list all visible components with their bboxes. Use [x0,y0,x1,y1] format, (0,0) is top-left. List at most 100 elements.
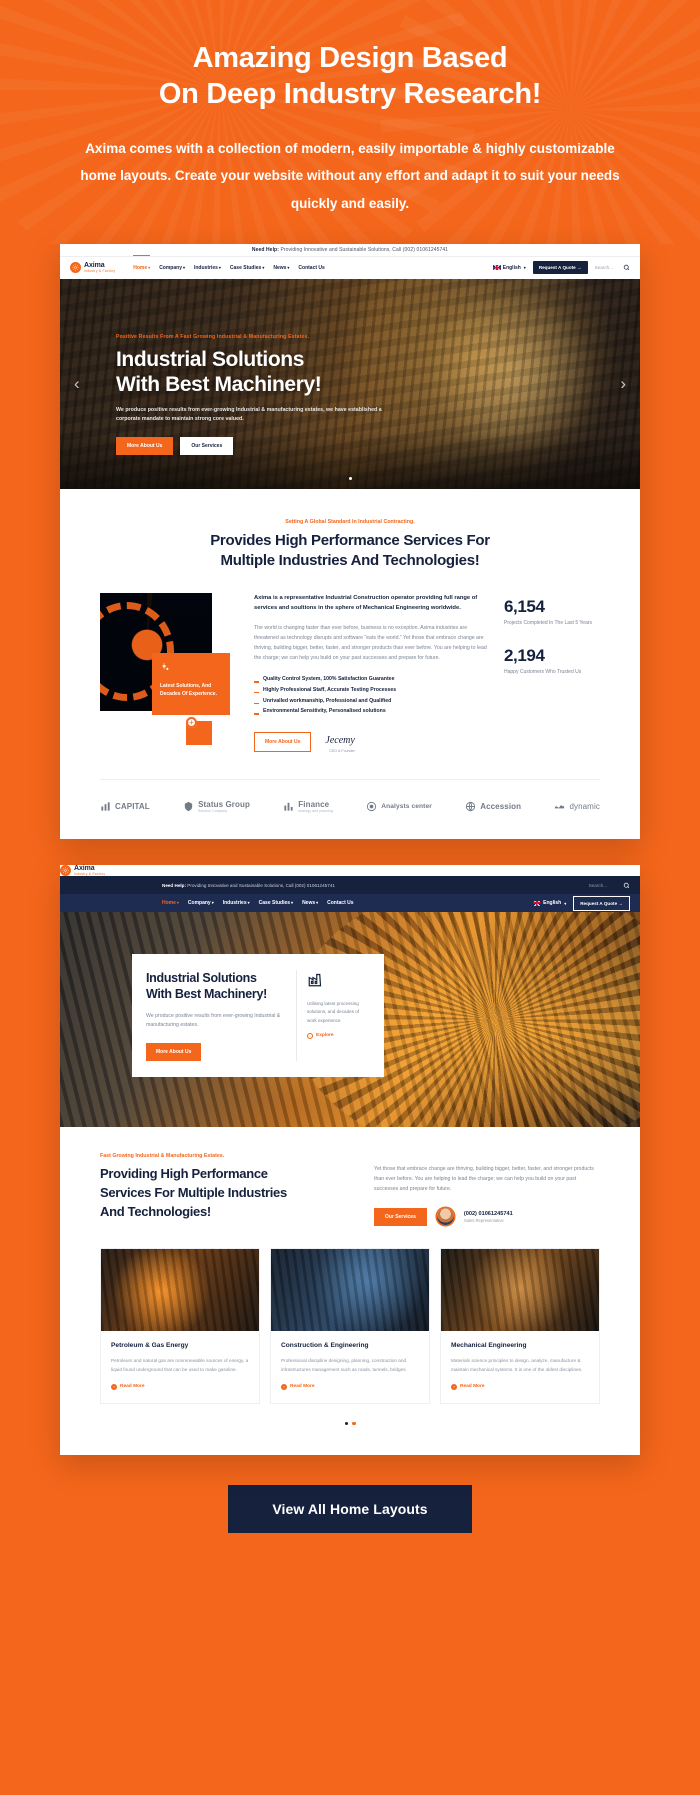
site1-language-selector[interactable]: English ▾ [492,265,526,271]
site1-about-visual: Latest Solutions, And Decades Of Experie… [100,593,238,753]
chevron-down-icon: ▾ [564,900,567,906]
site1-slider-dots[interactable] [60,476,640,480]
site1-nav-right[interactable]: English ▾ Request A Quote → Search... [492,261,630,275]
play-plus-button[interactable]: + [186,717,197,729]
site2-hero-main: Industrial Solutions With Best Machinery… [146,970,286,1061]
site2-hero-title-line2: With Best Machinery! [146,987,267,1002]
slider-dot[interactable] [348,476,352,480]
page-subtitle: Axima comes with a collection of modern,… [80,140,620,211]
home-layout-preview-2[interactable]: Axima Industry & Factory Need Help: Prov… [60,865,640,1456]
site2-request-quote-button[interactable]: Request A Quote → [573,895,630,911]
arrow-right-icon: › [111,1383,117,1390]
site1-menu-contact[interactable]: Contact Us [298,261,324,275]
site2-navbar[interactable]: Home▾ Company▾ Industries▾ Case Studies▾… [60,894,640,913]
site2-menu-news[interactable]: News▾ [302,896,318,910]
site1-menu-news[interactable]: News▾ [273,261,289,275]
site1-menu-company[interactable]: Company▾ [159,261,185,275]
site1-section-title-line1: Provides High Performance Services For [210,531,490,549]
stat-label: Projects Completed In The Last 5 Years [504,620,593,627]
site2-menu-company[interactable]: Company▾ [188,896,214,910]
list-item: Environmental Sensitivity, Personalised … [254,706,488,717]
site2-services-head: Fast Growing Industrial & Manufacturing … [100,1153,600,1226]
list-item[interactable]: Mechanical Engineering Materials science… [440,1247,600,1404]
site2-hero-aside-text: Utilising latest processing solutions, a… [307,1001,360,1023]
site1-hero-desc: We produce positive results from ever-gr… [116,406,382,423]
page-title-line1: Amazing Design Based [192,42,508,74]
site2-menu-case-studies[interactable]: Case Studies▾ [259,896,293,910]
site2-section-title-line3: And Technologies! [100,1203,211,1219]
site1-our-services-button[interactable]: Our Services [180,437,234,456]
site1-navbar[interactable]: Axima Industry & Factory Home▾ Company▾ … [60,254,640,279]
site1-search[interactable]: Search... [595,264,630,271]
site2-section-cta[interactable]: Our Services (002) 01061245741 Sales Rep… [374,1207,600,1226]
stat-number: 2,194 [504,645,545,665]
carousel-dot[interactable] [344,1421,348,1426]
carousel-dot[interactable] [352,1421,356,1426]
list-item[interactable]: Construction & Engineering Professional … [270,1247,430,1404]
list-item: Quality Control System, 100% Satisfactio… [254,674,488,685]
site2-menu-home[interactable]: Home▾ [162,896,179,910]
site2-language-selector[interactable]: English ▾ [533,900,566,906]
site2-phone: (002) 01061245741 [463,1210,513,1217]
chevron-down-icon: ▾ [262,264,265,270]
read-more-label: Read More [460,1384,485,1390]
site1-hero-buttons[interactable]: More About Us Our Services [116,437,446,456]
site2-menu-industries[interactable]: Industries▾ [223,896,250,910]
read-more-link[interactable]: › Read More [451,1383,589,1390]
gear-icon [60,865,71,877]
brand-name-text: Finance [298,800,330,810]
slider-prev-arrow[interactable]: ‹ [74,374,80,394]
stat-label: Happy Customers Who Trusted Us [504,668,582,675]
card-title: Petroleum & Gas Energy [111,1341,189,1349]
read-more-link[interactable]: › Read More [111,1383,249,1390]
brand-name: dynamic [569,802,600,812]
site2-carousel-dots[interactable] [100,1421,600,1426]
label: News [302,900,316,907]
site2-header[interactable]: Axima Industry & Factory Need Help: Prov… [60,865,640,913]
site2-search[interactable]: Search... [589,882,630,889]
site1-hero-title: Industrial Solutions With Best Machinery… [116,347,446,397]
site1-hero-title-line1: Industrial Solutions [116,347,305,371]
site2-more-about-us-button[interactable]: More About Us [146,1042,202,1061]
view-all-home-layouts-button[interactable]: View All Home Layouts [228,1485,472,1534]
site2-explore-link[interactable]: → Explore [307,1032,370,1039]
site1-hero-title-line2: With Best Machinery! [116,372,322,396]
site1-about-more-button[interactable]: More About Us [254,731,312,752]
brand-status-group: Status Group Solution Company [183,800,250,813]
site2-our-services-button[interactable]: Our Services [374,1207,427,1226]
about-experience-badge: Latest Solutions, And Decades Of Experie… [152,653,230,716]
site2-logo-tagline: Industry & Factory [74,871,106,876]
brand-name: Accession [480,802,522,812]
site1-logo[interactable]: Axima Industry & Factory [70,262,115,274]
label: Case Studies [258,900,291,907]
stat-customers: 2,194 Happy Customers Who Trusted Us [504,646,600,677]
read-more-label: Read More [120,1384,145,1390]
site1-stats: 6,154 Projects Completed In The Last 5 Y… [504,593,600,676]
site1-about-cta[interactable]: More About Us Jecemy CEO & Founder [254,730,488,753]
site1-request-quote-button[interactable]: Request A Quote → [532,261,588,275]
site1-menu[interactable]: Home▾ Company▾ Industries▾ Case Studies▾… [133,254,325,275]
site1-hero-slider[interactable]: ‹ › Positive Results From A Fast Growing… [60,278,640,489]
search-icon[interactable] [623,264,630,271]
read-more-link[interactable]: › Read More [281,1383,419,1390]
chevron-down-icon: ▾ [218,264,221,270]
home-layout-preview-1[interactable]: Need Help: Providing Innovative and Sust… [60,243,640,840]
site2-logo[interactable]: Axima Industry & Factory [60,865,640,877]
site1-menu-case-studies[interactable]: Case Studies▾ [230,261,264,275]
uk-flag-icon [492,265,501,271]
site1-menu-industries[interactable]: Industries▾ [194,261,221,275]
site2-menu[interactable]: Home▾ Company▾ Industries▾ Case Studies▾… [162,896,354,910]
slider-next-arrow[interactable]: › [620,374,626,394]
site1-more-about-us-button[interactable]: More About Us [116,437,174,456]
search-icon[interactable] [623,882,630,889]
site2-nav-right[interactable]: English ▾ Request A Quote → [533,895,630,911]
site2-section-title: Providing High Performance Services For … [100,1165,352,1222]
brand-sub: Solution Company [198,809,228,814]
site2-section-eyebrow: Fast Growing Industrial & Manufacturing … [100,1153,225,1160]
chevron-down-icon: ▾ [182,264,185,270]
site1-signature: Jecemy CEO & Founder [325,730,354,753]
site2-menu-contact[interactable]: Contact Us [327,896,353,910]
card-image [271,1248,429,1331]
site1-menu-home[interactable]: Home▾ [133,254,150,275]
list-item[interactable]: Petroleum & Gas Energy Petroleum and nat… [100,1247,260,1404]
